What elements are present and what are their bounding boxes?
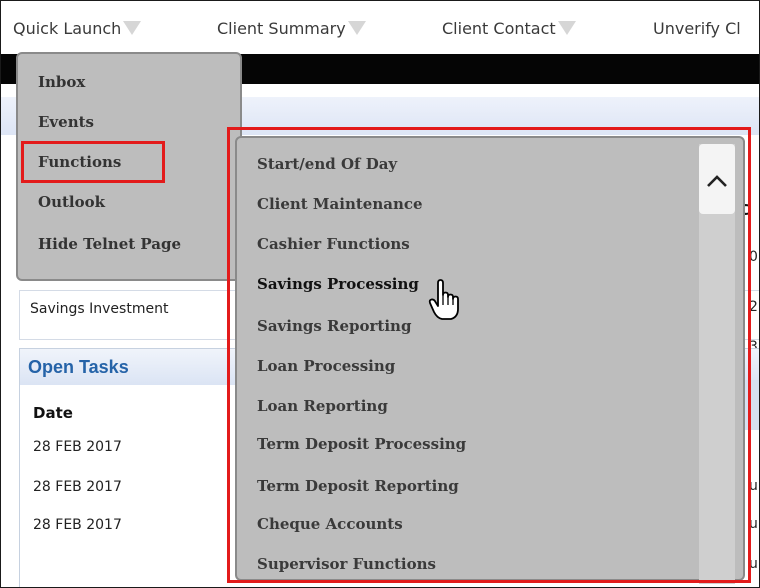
menu-label: Client Contact [442,19,556,38]
menu-unverify-client[interactable]: Unverify Cl [653,19,741,38]
app-window: Quick Launch Client Summary Client Conta… [0,0,760,588]
triangle-down-icon [347,21,366,35]
top-menu-bar: Quick Launch Client Summary Client Conta… [1,1,759,41]
menu-item-events[interactable]: Events [38,113,94,131]
open-tasks-title: Open Tasks [28,357,129,377]
savings-investment-label: Savings Investment [30,301,169,317]
menu-item-hide-telnet-page[interactable]: Hide Telnet Page [38,235,181,253]
functions-highlight-box [21,141,165,183]
task-date: 28 FEB 2017 [33,439,122,455]
menu-label: Client Summary [217,19,346,38]
date-column-header: Date [33,404,73,422]
menu-item-inbox[interactable]: Inbox [38,73,85,91]
menu-item-outlook[interactable]: Outlook [38,193,105,211]
menu-label: Unverify Cl [653,19,741,38]
menu-client-summary[interactable]: Client Summary [217,19,366,38]
menu-label: Quick Launch [13,19,122,38]
task-date: 28 FEB 2017 [33,517,122,533]
functions-submenu-highlight-box [227,127,751,583]
task-date: 28 FEB 2017 [33,479,122,495]
menu-quick-launch[interactable]: Quick Launch [13,19,142,38]
hand-pointer-icon [428,279,459,320]
menu-client-contact[interactable]: Client Contact [442,19,576,38]
triangle-down-icon [557,21,576,35]
triangle-down-icon [123,21,142,35]
